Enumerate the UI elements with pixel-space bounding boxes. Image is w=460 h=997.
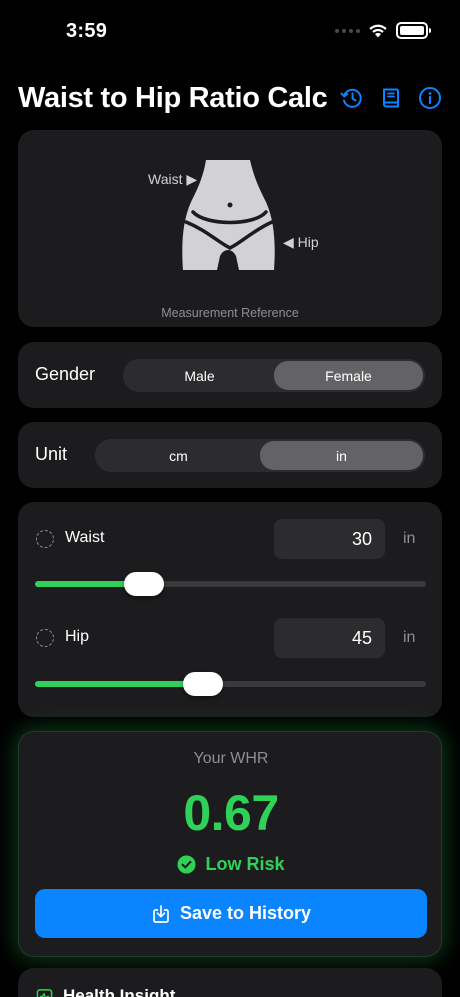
page-title: Waist to Hip Ratio Calc [18, 82, 328, 114]
unit-option-in[interactable]: in [260, 441, 423, 470]
hip-pointer-label: ◀ Hip [283, 234, 319, 250]
body-silhouette-illustration: Waist ▶ ◀ Hip [148, 160, 319, 270]
save-to-history-button[interactable]: Save to History [35, 889, 427, 938]
wifi-icon [369, 24, 387, 38]
waist-input[interactable]: 30 [274, 519, 385, 559]
whr-value: 0.67 [183, 785, 279, 841]
hip-slider[interactable] [35, 672, 426, 696]
hip-unit: in [403, 629, 416, 646]
status-time: 3:59 [66, 20, 108, 42]
waist-pointer-label: Waist ▶ [148, 171, 197, 187]
status-icons [335, 22, 431, 39]
cellular-signal-icon [335, 28, 360, 33]
status-bar: 3:59 [0, 0, 460, 62]
waist-slider-thumb[interactable] [124, 572, 164, 596]
illustration-caption: Measurement Reference [161, 306, 299, 320]
unit-label: Unit [35, 444, 68, 464]
save-download-icon [153, 904, 169, 923]
gender-option-female[interactable]: Female [274, 361, 423, 390]
waist-label: Waist [65, 529, 105, 546]
health-insight-title: Health Insight [63, 986, 176, 997]
measurements-card: Waist 30 in Hip 45 in [18, 502, 442, 717]
unit-option-cm[interactable]: cm [97, 441, 260, 470]
waist-row: Waist 30 in [18, 519, 442, 559]
book-icon[interactable] [379, 86, 403, 110]
health-insight-header: Health Insight [36, 986, 175, 997]
unit-segmented-control: cm in [95, 439, 425, 472]
gender-option-male[interactable]: Male [125, 361, 274, 390]
nav-header: Waist to Hip Ratio Calc [18, 80, 446, 120]
hip-slider-thumb[interactable] [183, 672, 223, 696]
waist-unit: in [403, 530, 416, 547]
unit-card: Unit cm in [18, 422, 442, 488]
history-icon[interactable] [340, 86, 364, 110]
hip-slider-fill [35, 681, 203, 687]
risk-status: Low Risk [19, 854, 443, 875]
hip-label: Hip [65, 628, 90, 645]
measurement-reference-card: Waist ▶ ◀ Hip Measurement Reference [18, 130, 442, 327]
hip-row: Hip 45 in [18, 618, 442, 658]
health-insight-card: Health Insight [18, 968, 442, 997]
info-icon[interactable] [418, 86, 442, 110]
save-button-label: Save to History [179, 903, 312, 923]
gender-segmented-control: Male Female [123, 359, 425, 392]
header-actions [340, 86, 442, 110]
whr-label: Your WHR [193, 750, 269, 767]
hip-status-icon [36, 629, 54, 647]
gender-label: Gender [35, 364, 96, 384]
gender-card: Gender Male Female [18, 342, 442, 408]
waist-status-icon [36, 530, 54, 548]
health-monitor-icon [36, 988, 53, 997]
checkmark-circle-icon [177, 855, 197, 874]
battery-icon [396, 22, 431, 39]
result-card: Your WHR 0.67 Low Risk Save to History [18, 731, 442, 957]
waist-slider[interactable] [35, 572, 426, 596]
risk-label: Low Risk [205, 854, 285, 874]
hip-input[interactable]: 45 [274, 618, 385, 658]
